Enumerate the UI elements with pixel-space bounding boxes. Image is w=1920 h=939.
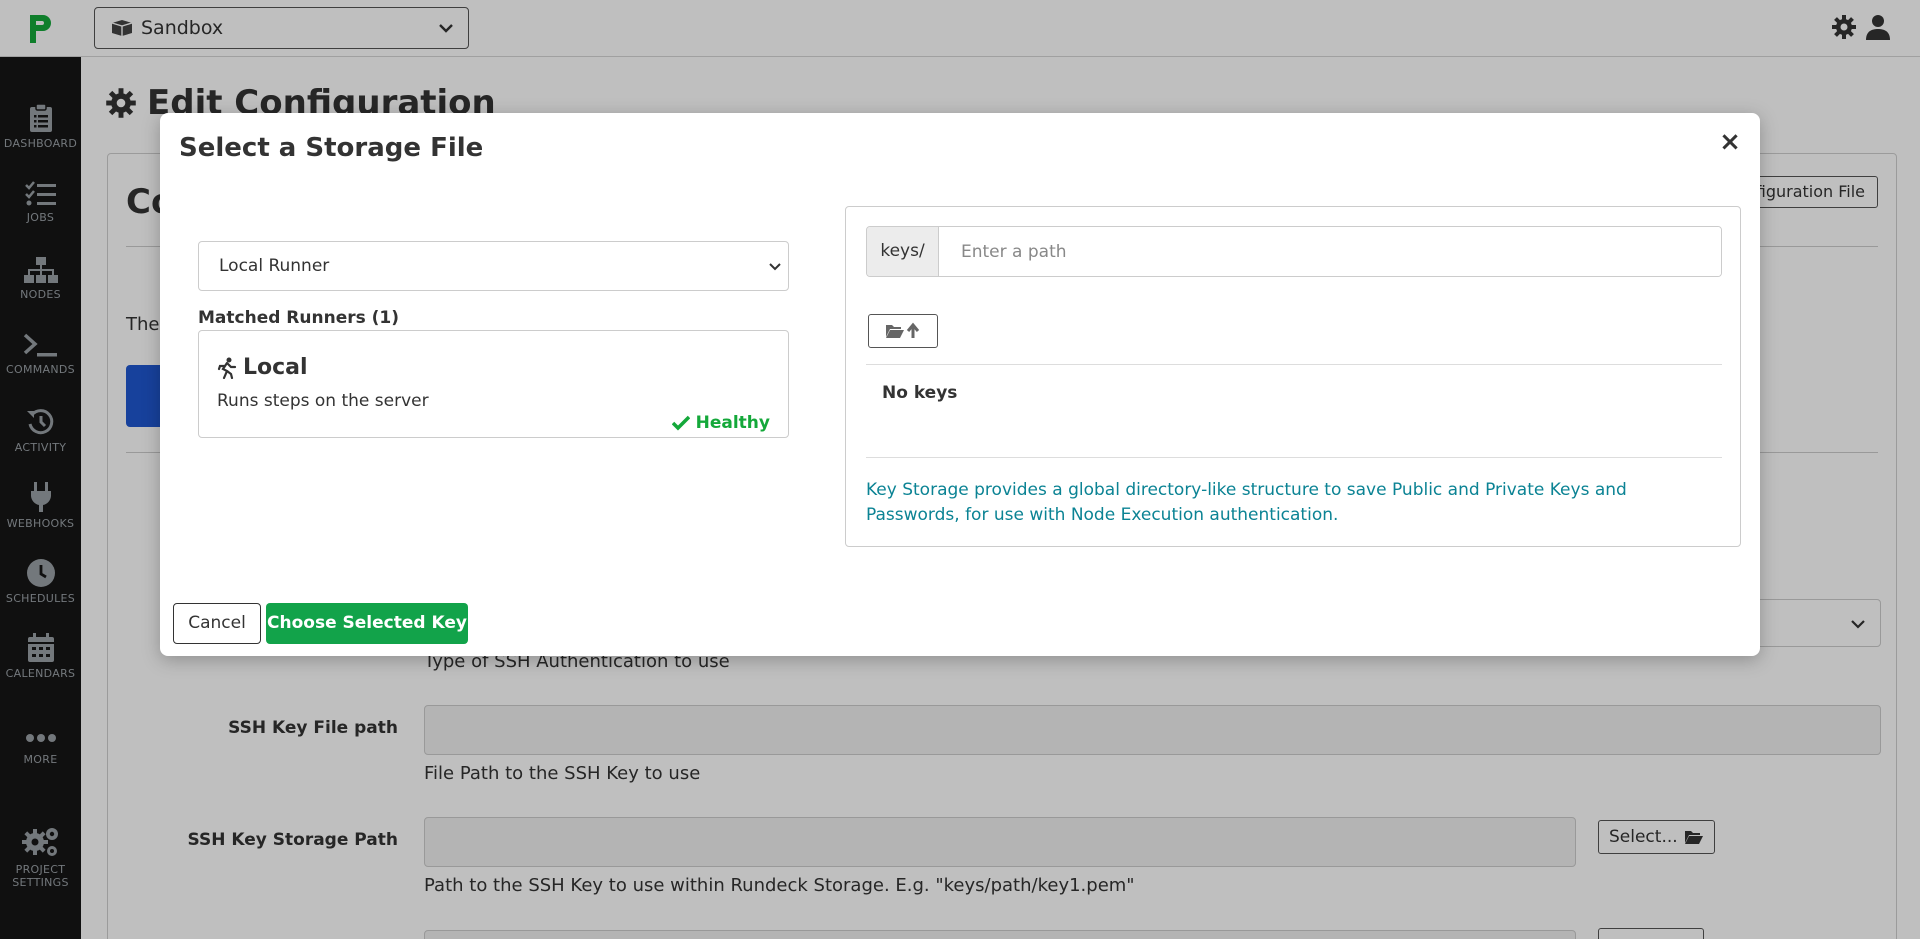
runner-select[interactable]: Local Runner <box>198 241 789 291</box>
runner-status-text: Healthy <box>695 413 770 433</box>
parent-folder-button[interactable] <box>868 314 938 348</box>
key-storage-panel: keys/ No keys Key Storage provides a glo… <box>845 206 1741 547</box>
check-icon <box>671 415 690 431</box>
runner-select-value: Local Runner <box>219 256 330 276</box>
path-input[interactable] <box>939 227 1721 276</box>
path-prefix: keys/ <box>867 227 939 276</box>
folder-up-icon <box>886 322 920 338</box>
divider <box>866 457 1722 458</box>
matched-runners-label: Matched Runners (1) <box>198 308 400 328</box>
runner-name: Local <box>217 355 308 380</box>
runner-name-text: Local <box>243 355 308 380</box>
cancel-button[interactable]: Cancel <box>173 603 261 644</box>
modal-title: Select a Storage File <box>179 133 484 163</box>
running-icon <box>217 357 237 379</box>
storage-file-modal: Select a Storage File × Local Runner Mat… <box>160 113 1760 656</box>
no-keys-message: No keys <box>882 383 958 403</box>
runner-status: Healthy <box>671 413 770 433</box>
path-input-group: keys/ <box>866 226 1722 277</box>
close-icon[interactable]: × <box>1718 129 1742 155</box>
runner-description: Runs steps on the server <box>217 391 429 411</box>
chevron-down-icon <box>769 263 781 271</box>
choose-selected-key-button[interactable]: Choose Selected Key <box>266 603 468 644</box>
key-storage-info: Key Storage provides a global directory-… <box>866 480 1627 525</box>
divider <box>866 364 1722 365</box>
runner-card[interactable]: Local Runs steps on the server Healthy <box>198 330 789 438</box>
